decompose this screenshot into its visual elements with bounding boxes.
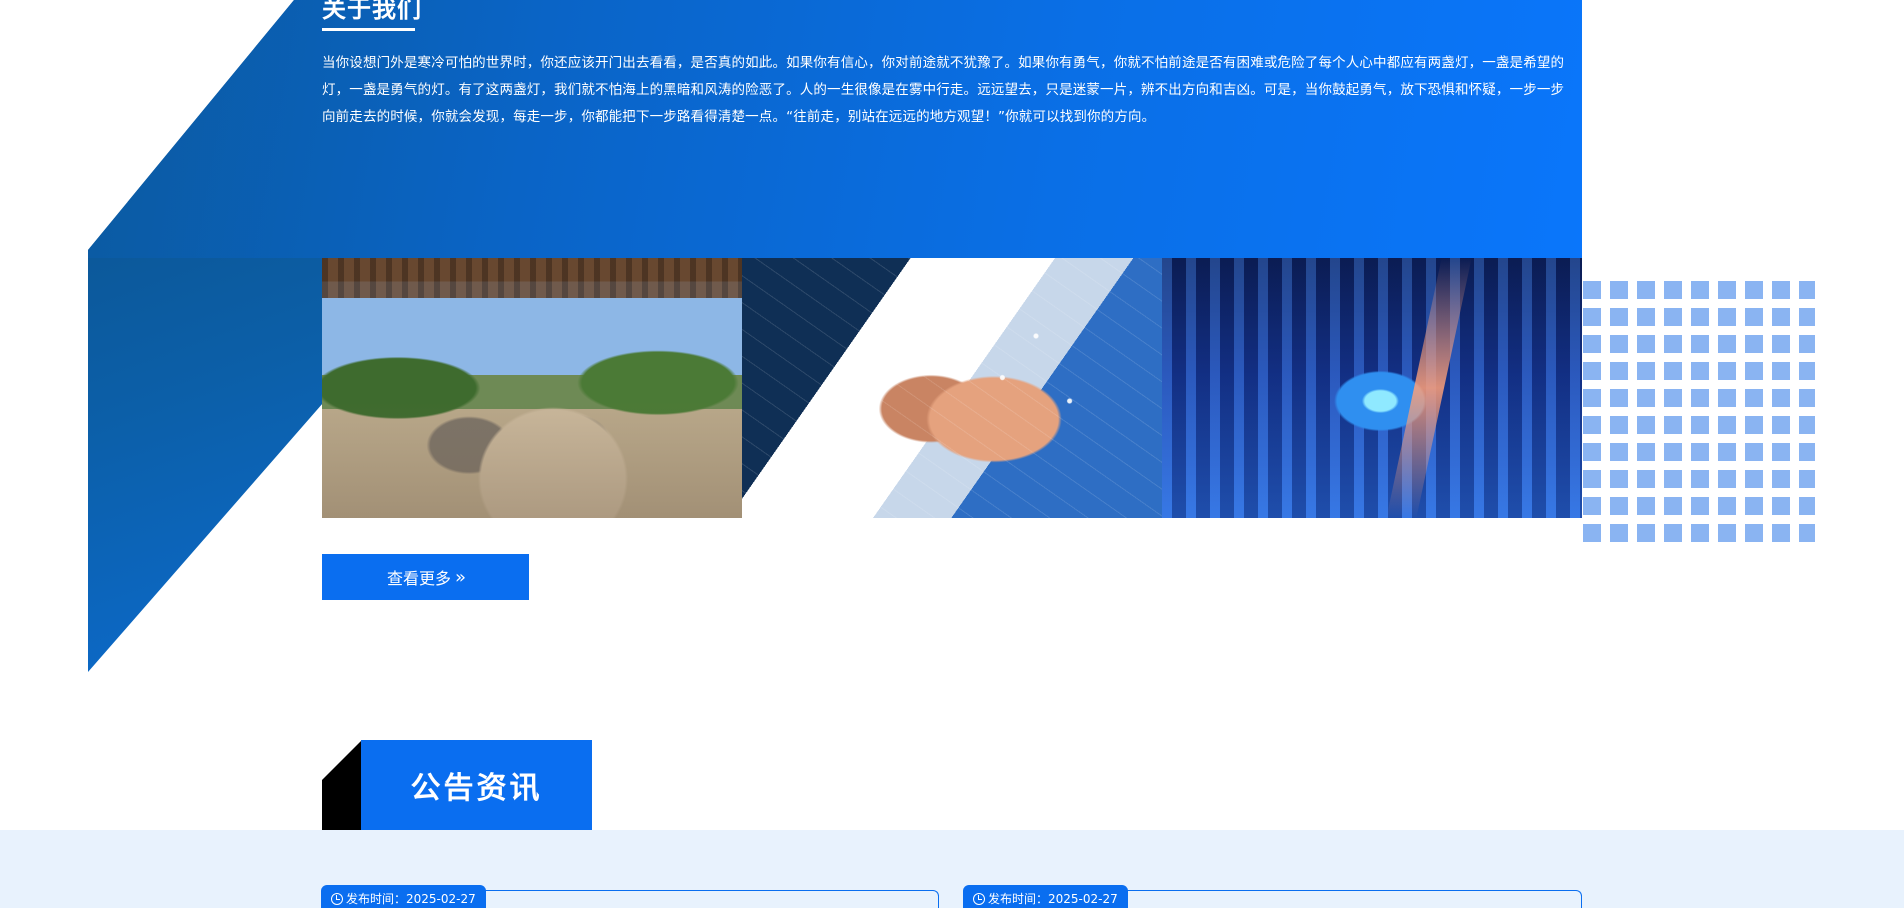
publish-date-badge: 发布时间：2025-02-27 — [963, 885, 1128, 908]
notice-card[interactable]: 发布时间：2025-02-27 — [321, 885, 939, 908]
city-night-photo — [1162, 258, 1582, 518]
double-chevron-right-icon: » — [455, 566, 466, 588]
dot-pattern-decoration — [1583, 281, 1815, 543]
about-description: 当你设想门外是寒冷可怕的世界时，你还应该开门出去看看，是否真的如此。如果你有信心… — [322, 55, 1565, 125]
notice-title-accent — [322, 740, 362, 830]
view-more-label: 查看更多 — [386, 569, 451, 588]
card-top-border — [1125, 890, 1582, 908]
light-streak — [1386, 258, 1472, 518]
about-title-underline — [322, 28, 415, 31]
publish-date-badge: 发布时间：2025-02-27 — [321, 885, 486, 908]
publish-date-label: 发布时间：2025-02-27 — [988, 892, 1118, 906]
network-overlay — [742, 258, 1162, 518]
about-title: 关于我们 — [322, 0, 422, 23]
notice-card[interactable]: 发布时间：2025-02-27 — [963, 885, 1582, 908]
view-more-button[interactable]: 查看更多 » — [322, 554, 529, 600]
about-image-strip — [322, 258, 1582, 518]
clock-icon — [973, 892, 985, 905]
notice-section-title: 公告资讯 — [361, 740, 592, 830]
terrace-photo — [322, 258, 742, 518]
handshake-network-photo — [742, 258, 1162, 518]
clock-icon — [331, 892, 343, 905]
publish-date-label: 发布时间：2025-02-27 — [346, 892, 476, 906]
card-top-border — [483, 890, 939, 908]
pergola-decoration — [322, 258, 742, 298]
notice-section-background — [0, 830, 1904, 908]
